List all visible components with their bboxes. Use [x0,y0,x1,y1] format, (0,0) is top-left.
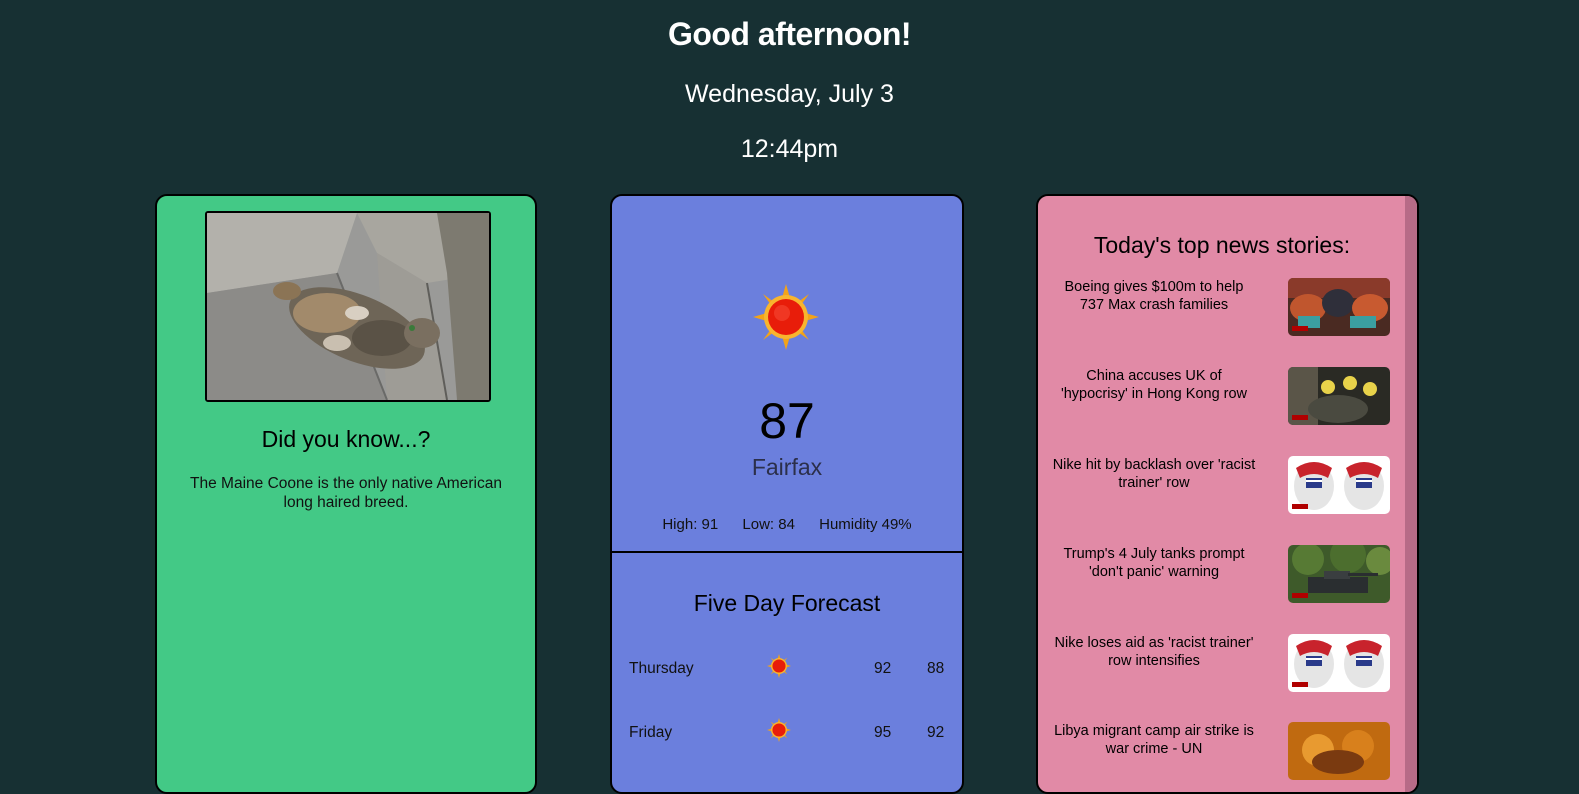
news-headline[interactable]: Nike loses aid as 'racist trainer' row i… [1052,634,1256,670]
news-thumbnail[interactable] [1288,545,1390,603]
fact-text: The Maine Coone is the only native Ameri… [190,475,502,511]
forecast-low: 92 [927,724,945,741]
sun-icon [753,284,819,350]
news-item[interactable]: Libya migrant camp air strike is war cri… [1038,722,1406,782]
divider [612,551,962,553]
news-headline[interactable]: Libya migrant camp air strike is war cri… [1052,722,1256,758]
news-item[interactable]: Boeing gives $100m to help 737 Max crash… [1038,278,1406,338]
news-thumbnail[interactable] [1288,634,1390,692]
cat-photo [205,211,491,402]
news-headline[interactable]: Trump's 4 July tanks prompt 'don't panic… [1052,545,1256,581]
city-name: Fairfax [751,454,823,480]
current-date: Wednesday, July 3 [685,80,894,108]
news-headline[interactable]: China accuses UK of 'hypocrisy' in Hong … [1052,367,1256,403]
sun-icon [767,654,791,678]
weather-stats: High: 91 Low: 84 Humidity 49% [612,516,962,533]
weather-card: 87 Fairfax High: 91 Low: 84 Humidity 49%… [610,194,964,794]
news-item[interactable]: China accuses UK of 'hypocrisy' in Hong … [1038,367,1406,427]
forecast-title: Five Day Forecast [693,590,881,616]
news-card: Today's top news stories: Boeing gives $… [1036,194,1419,794]
current-temperature: 87 [759,393,815,449]
forecast-row: Thursday 92 88 [612,654,962,684]
news-item[interactable]: Nike loses aid as 'racist trainer' row i… [1038,634,1406,694]
news-title: Today's top news stories: [1093,232,1351,258]
news-headline[interactable]: Boeing gives $100m to help 737 Max crash… [1052,278,1256,314]
news-thumbnail[interactable] [1288,722,1390,780]
greeting-heading: Good afternoon! [667,16,912,52]
forecast-low: 88 [927,660,945,677]
news-headline[interactable]: Nike hit by backlash over 'racist traine… [1052,456,1256,492]
news-item[interactable]: Nike hit by backlash over 'racist traine… [1038,456,1406,516]
sun-icon [767,718,791,742]
current-time: 12:44pm [740,135,839,163]
forecast-row: Friday 95 92 [612,718,962,748]
news-thumbnail[interactable] [1288,456,1390,514]
forecast-day: Friday [629,724,673,741]
news-thumbnail[interactable] [1288,278,1390,336]
scrollbar[interactable] [1405,196,1417,792]
fact-title: Did you know...? [261,426,431,452]
cat-fact-card: Did you know...? The Maine Coone is the … [155,194,537,794]
forecast-day: Thursday [629,660,694,677]
humidity: Humidity 49% [819,516,912,533]
low-temp: Low: 84 [742,516,795,533]
high-temp: High: 91 [662,516,719,533]
news-thumbnail[interactable] [1288,367,1390,425]
forecast-high: 95 [874,724,892,741]
news-item[interactable]: Trump's 4 July tanks prompt 'don't panic… [1038,545,1406,605]
forecast-high: 92 [874,660,892,677]
